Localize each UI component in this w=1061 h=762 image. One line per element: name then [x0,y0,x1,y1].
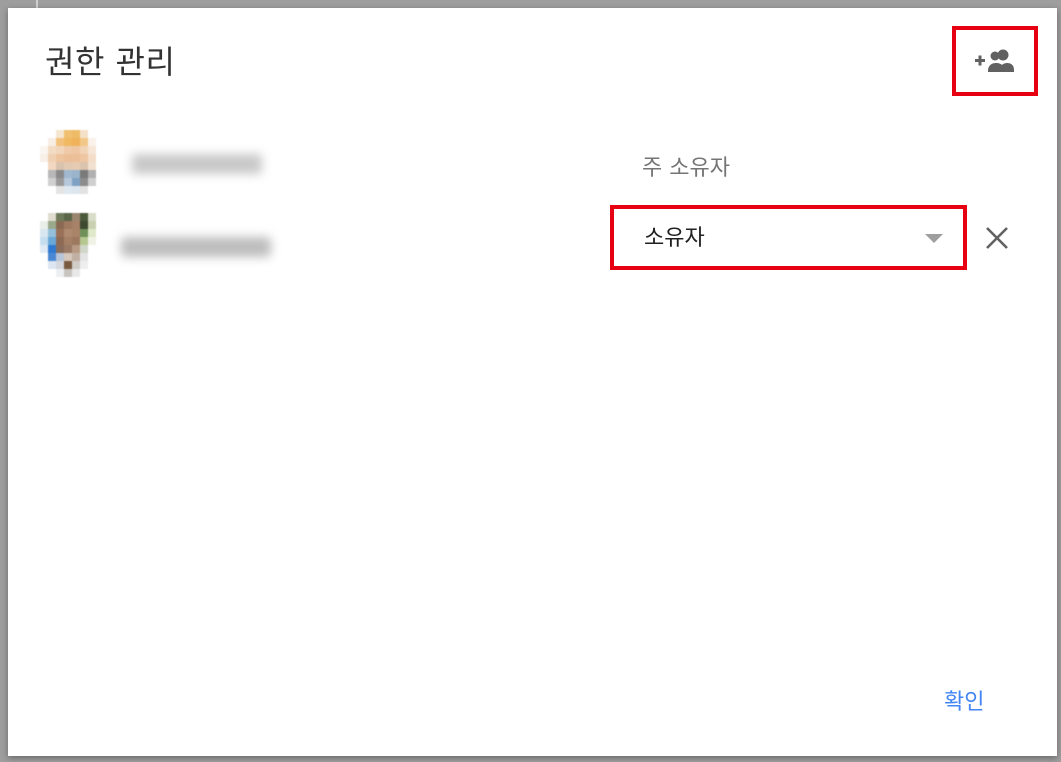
remove-member-button[interactable] [984,225,1010,251]
close-icon [986,227,1008,249]
person-add-icon [975,49,1014,72]
avatar [40,213,104,277]
member-row: 주 소유자 [8,120,1057,200]
avatar [40,130,104,194]
background-divider [36,0,38,8]
member-row: 소유자 [8,203,1057,283]
permission-dialog: 권한 관리 주 소유자 소유자 확인 [8,8,1057,756]
dropdown-arrow-icon [925,234,943,243]
confirm-button[interactable]: 확인 [938,684,990,722]
member-name-redacted [132,154,262,174]
role-select-value: 소유자 [644,226,705,251]
member-name-redacted [121,237,271,257]
add-people-button[interactable] [952,26,1038,96]
role-label: 주 소유자 [642,156,730,181]
role-select[interactable]: 소유자 [610,205,967,270]
dialog-title: 권한 관리 [45,43,176,81]
